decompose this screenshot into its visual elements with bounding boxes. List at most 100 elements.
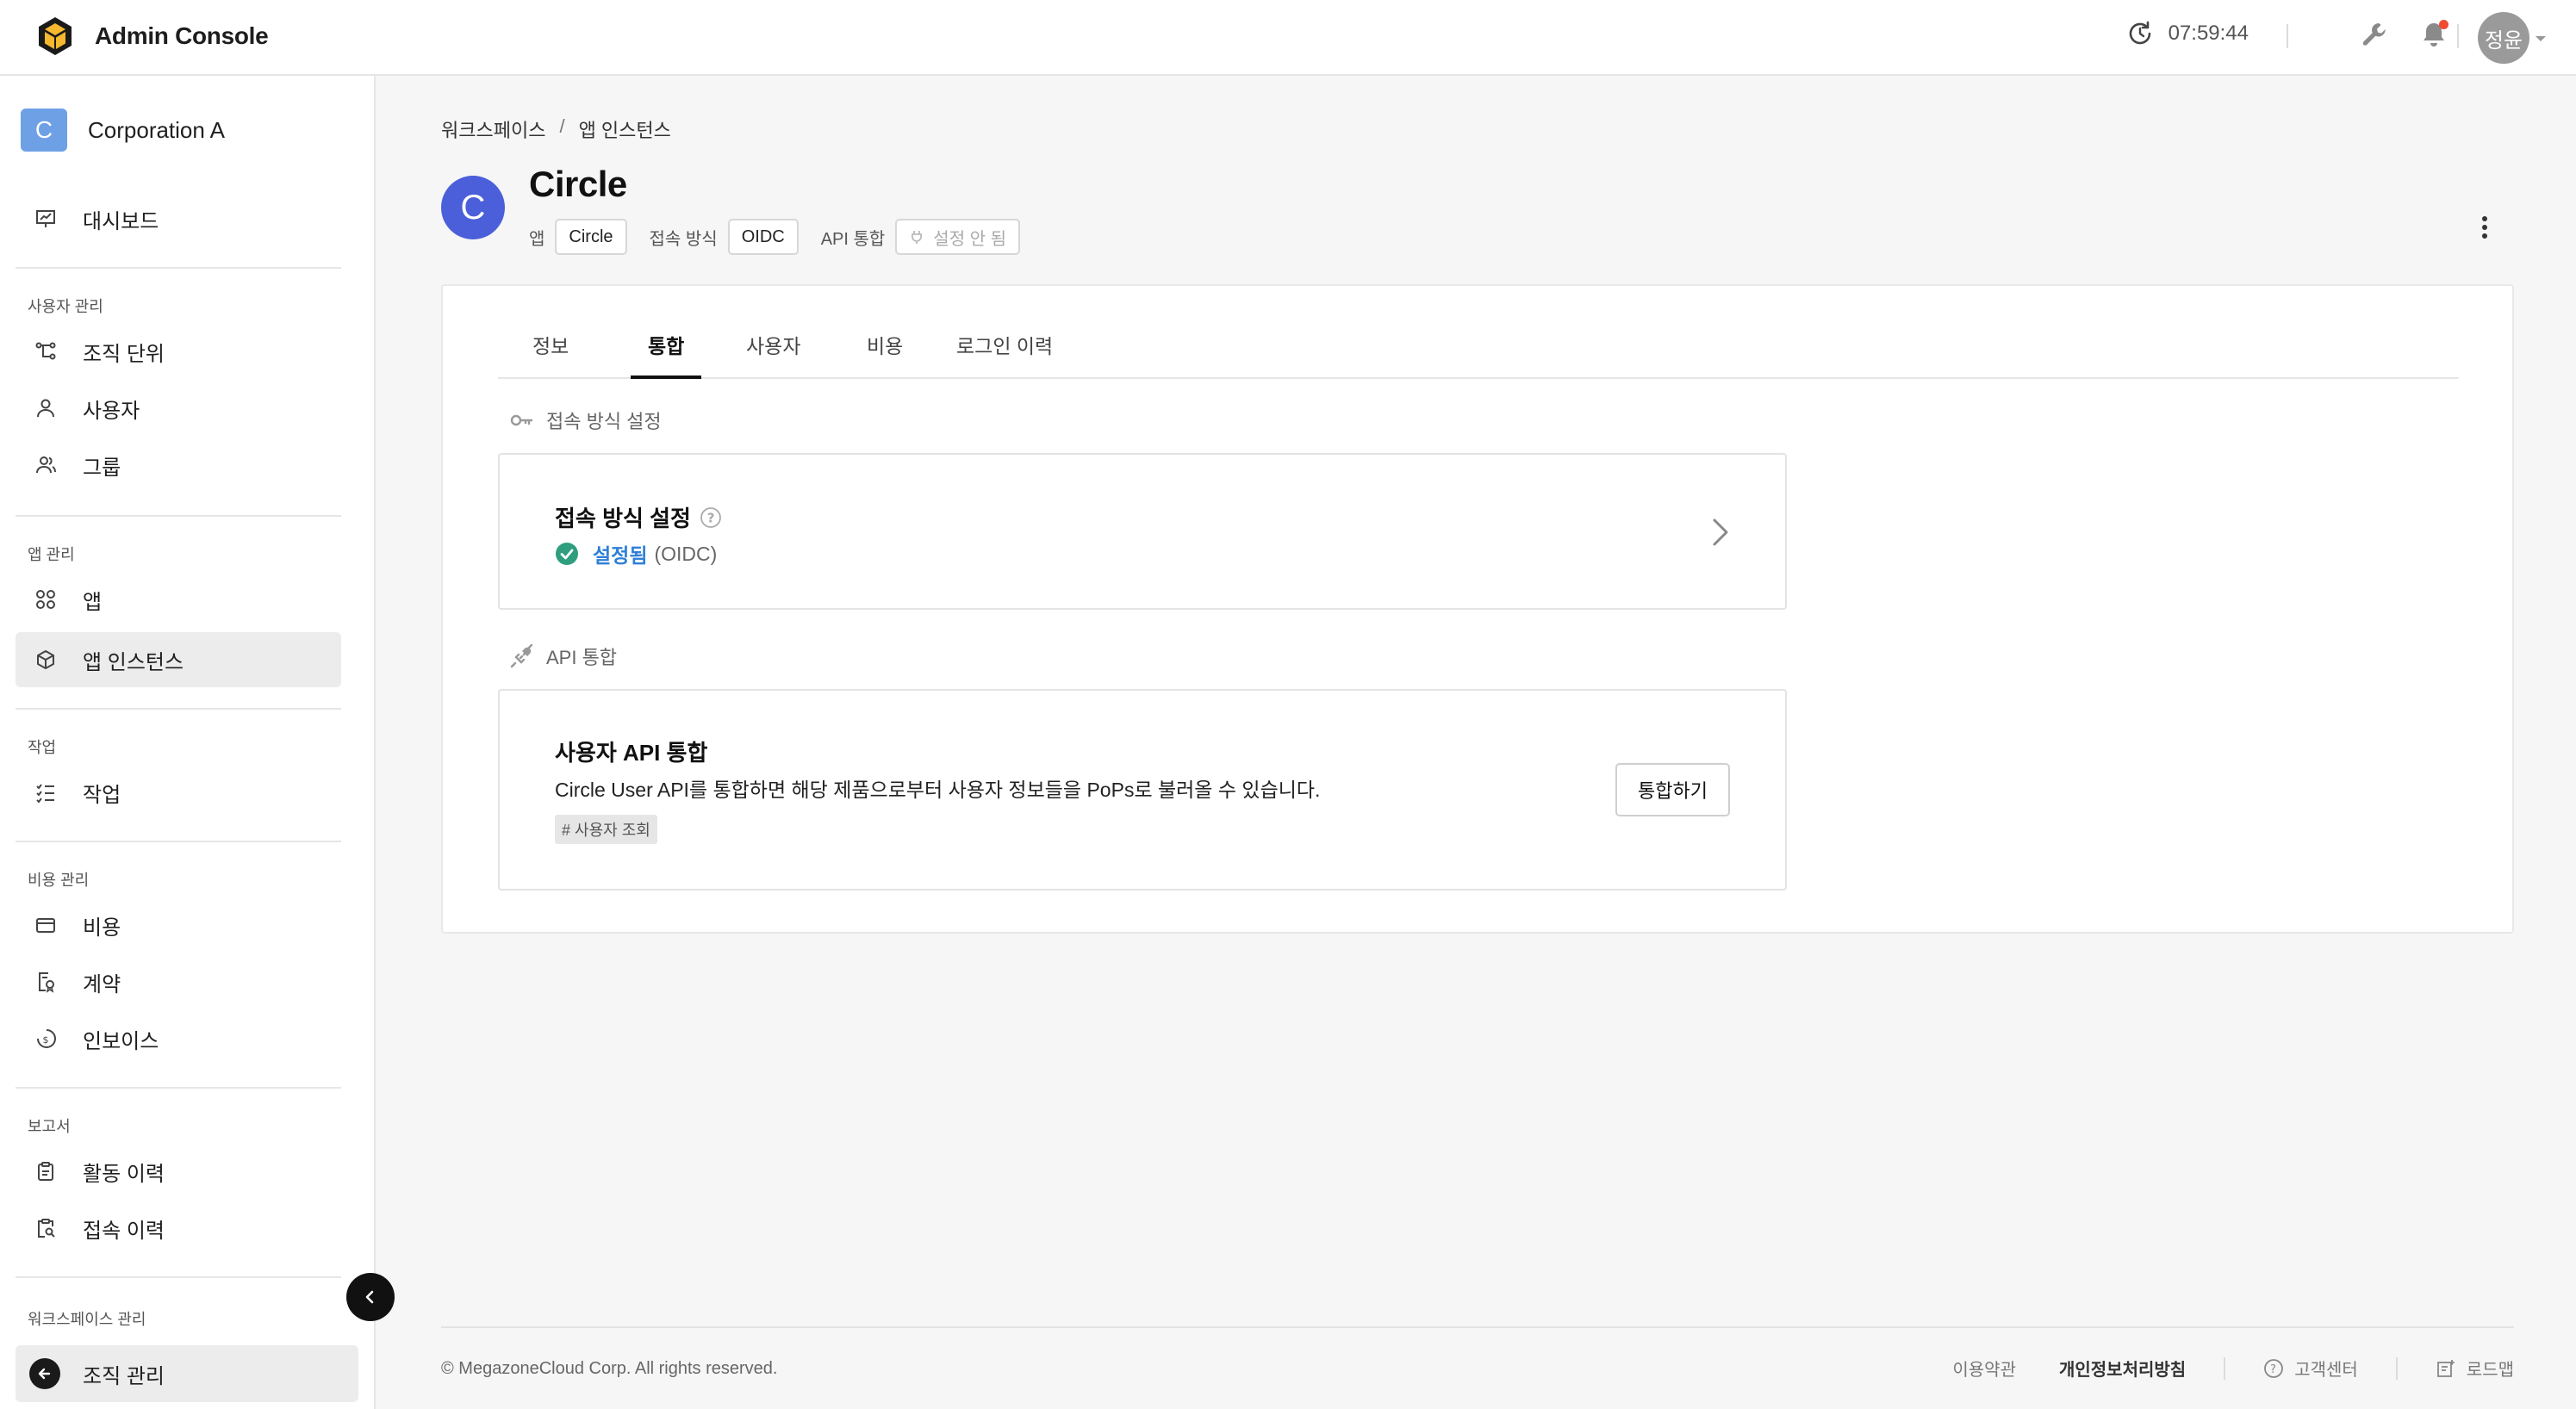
sidebar-item-activity-log[interactable]: 활동 이력 bbox=[16, 1144, 341, 1199]
breadcrumb-separator: / bbox=[559, 115, 565, 137]
invoice-icon: $ bbox=[33, 1026, 59, 1052]
dashboard-icon bbox=[33, 206, 59, 232]
integrate-button[interactable]: 통합하기 bbox=[1615, 763, 1730, 816]
breadcrumb-root[interactable]: 워크스페이스 bbox=[441, 115, 545, 143]
roadmap-link-label: 로드맵 bbox=[2466, 1361, 2514, 1380]
access-card-title-label: 접속 방식 설정 bbox=[555, 506, 691, 531]
sidebar-item-app-instances[interactable]: 앱 인스턴스 bbox=[16, 632, 341, 687]
arrow-left-icon bbox=[29, 1358, 60, 1389]
tab-login-history[interactable]: 로그인 이력 bbox=[939, 324, 1070, 379]
sidebar-item-label: 조직 관리 bbox=[83, 1364, 165, 1388]
sidebar-item-label: 그룹 bbox=[83, 456, 121, 480]
sidebar-item-org-manage[interactable]: 조직 관리 bbox=[16, 1345, 358, 1402]
roadmap-link[interactable]: 로드맵 bbox=[2436, 1356, 2514, 1381]
org-badge: C bbox=[21, 109, 67, 152]
app-meta: 앱 Circle 접속 방식 OIDC API 통합 설정 안 됨 bbox=[529, 219, 1042, 255]
sidebar-item-costs[interactable]: 비용 bbox=[16, 897, 341, 953]
sidebar-item-label: 사용자 bbox=[83, 399, 140, 423]
access-protocol: (OIDC) bbox=[654, 542, 718, 565]
sidebar-item-dashboard[interactable]: 대시보드 bbox=[16, 191, 341, 246]
sidebar-item-label: 조직 단위 bbox=[83, 342, 165, 366]
chevron-down-icon[interactable] bbox=[2535, 34, 2547, 43]
section-title: 보고서 bbox=[28, 1118, 71, 1135]
header-divider bbox=[2287, 24, 2288, 48]
help-circle-icon: ? bbox=[2263, 1358, 2284, 1379]
sidebar-collapse-button[interactable] bbox=[346, 1273, 395, 1321]
section-title: 워크스페이스 관리 bbox=[28, 1311, 146, 1328]
app-title: Admin Console bbox=[95, 22, 269, 49]
api-card-title: 사용자 API 통합 bbox=[555, 740, 708, 766]
meta-label-app: 앱 bbox=[529, 229, 545, 249]
sidebar-item-access-log[interactable]: 접속 이력 bbox=[16, 1201, 341, 1256]
roadmap-icon bbox=[2436, 1358, 2456, 1379]
meta-label-api: API 통합 bbox=[820, 229, 886, 249]
section-heading-label: API 통합 bbox=[546, 647, 618, 668]
brand[interactable]: Admin Console bbox=[34, 16, 269, 57]
tab-costs[interactable]: 비용 bbox=[849, 324, 920, 379]
section-title: 사용자 관리 bbox=[28, 298, 103, 315]
access-status-label: 설정됨 bbox=[593, 544, 648, 567]
footer-separator bbox=[2395, 1356, 2398, 1380]
sidebar-item-users[interactable]: 사용자 bbox=[16, 381, 341, 436]
sidebar-item-label: 작업 bbox=[83, 783, 121, 807]
sidebar-divider bbox=[16, 515, 341, 517]
session-clock[interactable]: 07:59:44 bbox=[2125, 19, 2249, 48]
top-header: Admin Console 07:59:44 정윤 bbox=[0, 0, 2576, 76]
wrench-icon[interactable] bbox=[2361, 21, 2388, 48]
clock-time: 07:59:44 bbox=[2168, 22, 2249, 45]
tab-users[interactable]: 사용자 bbox=[729, 324, 818, 379]
refresh-clock-icon bbox=[2125, 19, 2155, 48]
api-section-heading: API 통합 bbox=[508, 642, 617, 670]
notification-dot bbox=[2439, 20, 2448, 29]
footer-links: 이용약관 개인정보처리방침 ? 고객센터 로드맵 bbox=[1952, 1356, 2514, 1381]
sidebar-item-label: 대시보드 bbox=[83, 209, 159, 233]
access-card-title: 접속 방식 설정 ? bbox=[555, 501, 722, 533]
sidebar-item-org-units[interactable]: 조직 단위 bbox=[16, 324, 341, 379]
app-chip: Circle bbox=[555, 219, 627, 255]
sidebar: C Corporation A 대시보드 사용자 관리 조직 단위 사용자 그룹… bbox=[0, 76, 376, 1409]
section-heading-label: 접속 방식 설정 bbox=[546, 411, 662, 432]
wallet-icon bbox=[33, 912, 59, 938]
copyright: © MegazoneCloud Corp. All rights reserve… bbox=[441, 1359, 778, 1378]
sidebar-divider bbox=[16, 267, 341, 269]
apps-grid-icon bbox=[33, 587, 59, 612]
sidebar-item-label: 비용 bbox=[83, 916, 121, 940]
api-integration-card: 사용자 API 통합 Circle User API를 통합하면 해당 제품으로… bbox=[498, 689, 1787, 891]
chevron-right-icon[interactable] bbox=[1706, 515, 1733, 549]
sidebar-item-tasks[interactable]: 작업 bbox=[16, 765, 341, 820]
access-method-card[interactable]: 접속 방식 설정 ? 설정됨 (OIDC) bbox=[498, 453, 1787, 610]
svg-text:$: $ bbox=[43, 1034, 49, 1046]
sidebar-item-contracts[interactable]: 계약 bbox=[16, 954, 341, 1009]
svg-text:?: ? bbox=[707, 510, 715, 525]
meta-label-access: 접속 방식 bbox=[649, 229, 718, 249]
access-section-heading: 접속 방식 설정 bbox=[508, 407, 662, 434]
sidebar-item-invoices[interactable]: $ 인보이스 bbox=[16, 1011, 341, 1066]
api-card-description: Circle User API를 통합하면 해당 제품으로부터 사용자 정보들을… bbox=[555, 779, 1321, 801]
sidebar-item-label: 인보이스 bbox=[83, 1029, 159, 1053]
section-title: 작업 bbox=[28, 739, 57, 756]
tab-info[interactable]: 정보 bbox=[515, 324, 586, 379]
more-options-icon[interactable] bbox=[2471, 214, 2498, 241]
footer-divider bbox=[441, 1326, 2514, 1328]
api-chip: 설정 안 됨 bbox=[895, 219, 1021, 255]
support-link-label: 고객센터 bbox=[2294, 1361, 2358, 1380]
sidebar-item-label: 앱 인스턴스 bbox=[83, 650, 184, 674]
support-link[interactable]: ? 고객센터 bbox=[2263, 1356, 2358, 1381]
user-avatar[interactable]: 정윤 bbox=[2478, 12, 2529, 64]
checklist-icon bbox=[33, 779, 59, 805]
breadcrumb-current[interactable]: 앱 인스턴스 bbox=[579, 115, 671, 143]
sidebar-item-label: 활동 이력 bbox=[83, 1162, 165, 1186]
terms-link[interactable]: 이용약관 bbox=[1952, 1356, 2016, 1381]
contract-icon bbox=[33, 969, 59, 995]
breadcrumb: 워크스페이스 / 앱 인스턴스 bbox=[441, 115, 671, 143]
privacy-link[interactable]: 개인정보처리방침 bbox=[2059, 1356, 2186, 1381]
sidebar-item-label: 접속 이력 bbox=[83, 1219, 165, 1243]
group-icon bbox=[33, 452, 59, 478]
tab-integration[interactable]: 통합 bbox=[631, 324, 702, 379]
sidebar-item-groups[interactable]: 그룹 bbox=[16, 438, 341, 493]
notification-bell-icon[interactable] bbox=[2419, 20, 2448, 49]
org-switcher[interactable]: C Corporation A bbox=[21, 109, 225, 152]
sidebar-item-apps[interactable]: 앱 bbox=[16, 572, 341, 627]
help-icon[interactable]: ? bbox=[700, 506, 722, 529]
section-title: 비용 관리 bbox=[28, 872, 90, 889]
